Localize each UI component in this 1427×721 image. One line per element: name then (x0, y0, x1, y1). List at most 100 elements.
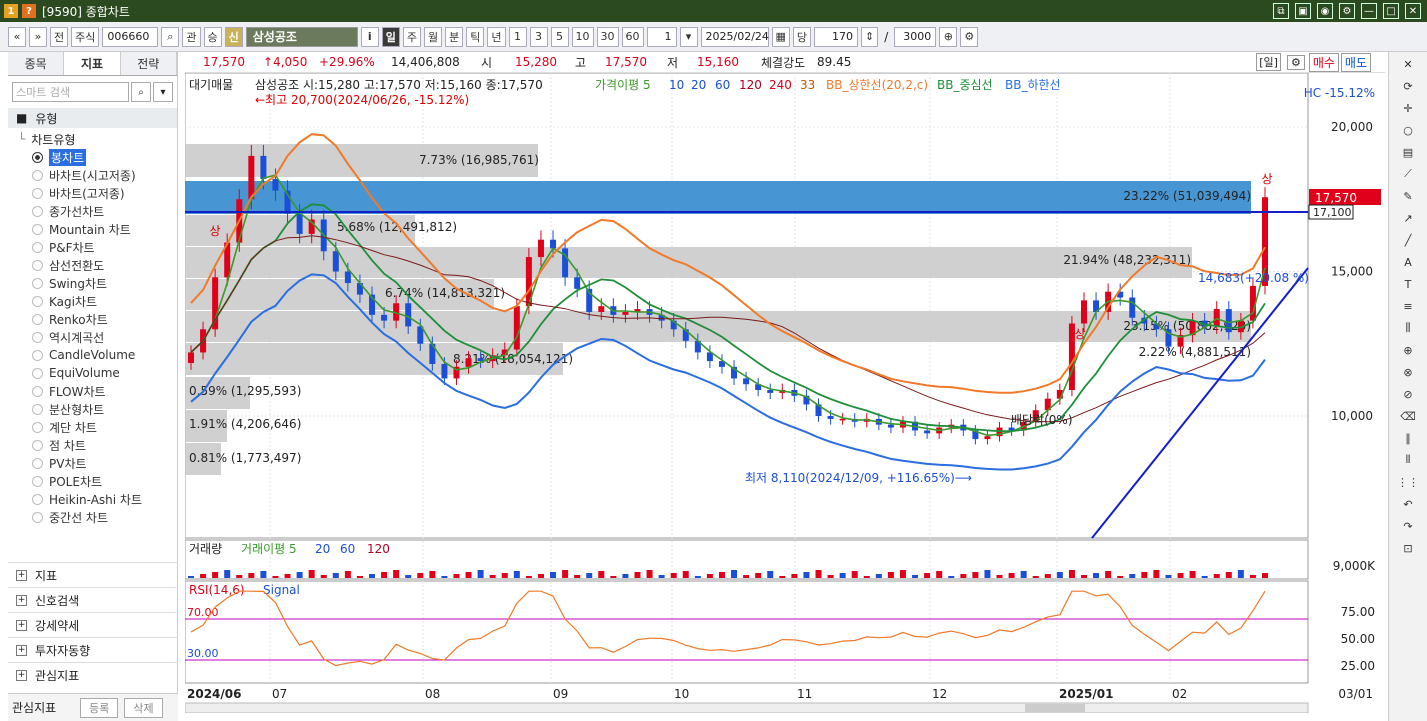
register-button[interactable]: 등록 (80, 697, 119, 718)
grid-icon[interactable]: ⋮⋮ (1396, 472, 1420, 492)
radio-icon[interactable] (32, 223, 43, 235)
radio-icon[interactable] (32, 349, 43, 361)
radio-icon[interactable] (32, 439, 43, 451)
count-60[interactable]: 60 (621, 26, 644, 47)
chart-type-item[interactable]: 계단 차트 (8, 418, 177, 436)
stock-name[interactable]: 삼성공조 (245, 26, 358, 47)
tab-strategy[interactable]: 전략 (120, 52, 177, 75)
multi-split-icon[interactable]: ⦀ (1396, 450, 1420, 470)
help-icon[interactable]: ? (22, 4, 36, 18)
radio-icon[interactable] (32, 457, 43, 469)
unit-dropdown[interactable]: ▾ (679, 26, 698, 47)
maximize-button[interactable]: □ (1383, 3, 1399, 19)
cycle-icon[interactable]: ⊘ (1396, 384, 1420, 404)
bar-count-input[interactable]: 170 (814, 26, 859, 47)
auto-trend-icon[interactable]: A (1396, 252, 1420, 272)
radio-icon[interactable] (32, 169, 43, 181)
link-icon[interactable]: ⧉ (1273, 3, 1289, 19)
undo-icon[interactable]: ↶ (1396, 494, 1420, 514)
period-year[interactable]: 년 (487, 26, 506, 47)
chart-type-item[interactable]: 봉차트 (8, 148, 177, 166)
radio-icon[interactable] (32, 385, 43, 397)
section-strength[interactable]: + 강세약세 (8, 612, 178, 637)
refresh-icon[interactable]: ⟳ (1396, 76, 1420, 96)
chart-type-item[interactable]: 분산형차트 (8, 400, 177, 418)
eraser-icon[interactable]: ⌫ (1396, 406, 1420, 426)
crosshair-icon[interactable]: ✛ (1396, 98, 1420, 118)
chart-type-item[interactable]: FLOW차트 (8, 382, 177, 400)
radio-icon[interactable] (32, 403, 43, 415)
prev-button[interactable]: « (8, 26, 26, 47)
chart-type-item[interactable]: Mountain 차트 (8, 220, 177, 238)
calendar-icon[interactable]: ▦ (771, 26, 790, 47)
period-week[interactable]: 주 (402, 26, 421, 47)
close-button[interactable]: ✕ (1405, 3, 1421, 19)
chart-type-item[interactable]: 삼선전환도 (8, 256, 177, 274)
search-icon[interactable]: ⌕ (131, 82, 151, 102)
chart-type-item[interactable]: 중간선 차트 (8, 508, 177, 526)
current-button[interactable]: 당 (792, 26, 812, 47)
section-signal[interactable]: + 신호검색 (8, 587, 178, 612)
section-investor[interactable]: + 투자자동향 (8, 637, 178, 662)
lock-icon[interactable]: ⊡ (1396, 538, 1420, 558)
unit-input[interactable]: 1 (646, 26, 677, 47)
chart-type-item[interactable]: EquiVolume (8, 364, 177, 382)
radio-icon[interactable] (32, 259, 43, 271)
split-icon[interactable]: ∥ (1396, 428, 1420, 448)
count-3[interactable]: 3 (529, 26, 548, 47)
count-10[interactable]: 10 (571, 26, 594, 47)
magnet-icon[interactable]: ⊗ (1396, 362, 1420, 382)
chart-type-item[interactable]: 종가선차트 (8, 202, 177, 220)
radio-icon[interactable] (32, 151, 43, 163)
chart-type-item[interactable]: CandleVolume (8, 346, 177, 364)
fibo-icon[interactable]: ≡ (1396, 296, 1420, 316)
count-5[interactable]: 5 (550, 26, 569, 47)
radio-icon[interactable] (32, 475, 43, 487)
radio-icon[interactable] (32, 367, 43, 379)
next-button[interactable]: » (29, 26, 47, 47)
line-icon[interactable]: ╱ (1396, 230, 1420, 250)
text-icon[interactable]: T (1396, 274, 1420, 294)
all-button[interactable]: 전 (50, 26, 69, 47)
radio-icon[interactable] (32, 205, 43, 217)
search-icon[interactable]: ⌕ (161, 26, 180, 47)
chart-type-item[interactable]: Heikin-Ashi 차트 (8, 490, 177, 508)
info-button[interactable]: i (360, 26, 379, 47)
zoom-icon[interactable]: ⊕ (939, 26, 958, 47)
bar-count-stepper[interactable]: ⇕ (861, 26, 879, 47)
count-1[interactable]: 1 (508, 26, 527, 47)
radio-icon[interactable] (32, 187, 43, 199)
code-input[interactable]: 006660 (102, 26, 159, 47)
buy-button[interactable]: 매수 (1308, 52, 1339, 72)
chart-type-item[interactable]: Kagi차트 (8, 292, 177, 310)
smart-search-input[interactable]: 스마트 검색 (12, 82, 129, 102)
tab-indicator[interactable]: 지표 (64, 52, 121, 75)
settings-icon[interactable]: ⚙ (1339, 3, 1355, 19)
chart-type-item[interactable]: 점 차트 (8, 436, 177, 454)
candle-icon[interactable]: ⫼ (1396, 318, 1420, 338)
radio-icon[interactable] (32, 241, 43, 253)
minimize-button[interactable]: — (1361, 3, 1377, 19)
dropdown-icon[interactable]: ▾ (153, 82, 173, 102)
date-input[interactable]: 2025/02/24 (700, 26, 769, 47)
settings-icon[interactable]: ⚙ (960, 26, 979, 47)
chart-type-item[interactable]: Renko차트 (8, 310, 177, 328)
radio-icon[interactable] (32, 493, 43, 505)
interest-button[interactable]: 관 (182, 26, 201, 47)
pen-icon[interactable]: ✎ (1396, 186, 1420, 206)
chart-type-item[interactable]: POLE차트 (8, 472, 177, 490)
radio-icon[interactable] (32, 331, 43, 343)
chart-type-item[interactable]: 역시계곡선 (8, 328, 177, 346)
section-indicator[interactable]: + 지표 (8, 562, 178, 587)
day-indicator[interactable]: [일] (1256, 53, 1281, 71)
period-minute[interactable]: 분 (445, 26, 464, 47)
zoom-in-icon[interactable]: ⊕ (1396, 340, 1420, 360)
chart-type-item[interactable]: 바차트(시고저종) (8, 166, 177, 184)
chart-type-item[interactable]: 바차트(고저종) (8, 184, 177, 202)
chart-type-item[interactable]: Swing차트 (8, 274, 177, 292)
period-month[interactable]: 월 (424, 26, 443, 47)
ray-icon[interactable]: ↗ (1396, 208, 1420, 228)
subcategory-header[interactable]: └ 차트유형 (8, 130, 177, 148)
category-header[interactable]: ■ 유형 (8, 108, 177, 128)
save-icon[interactable]: ▣ (1295, 3, 1311, 19)
